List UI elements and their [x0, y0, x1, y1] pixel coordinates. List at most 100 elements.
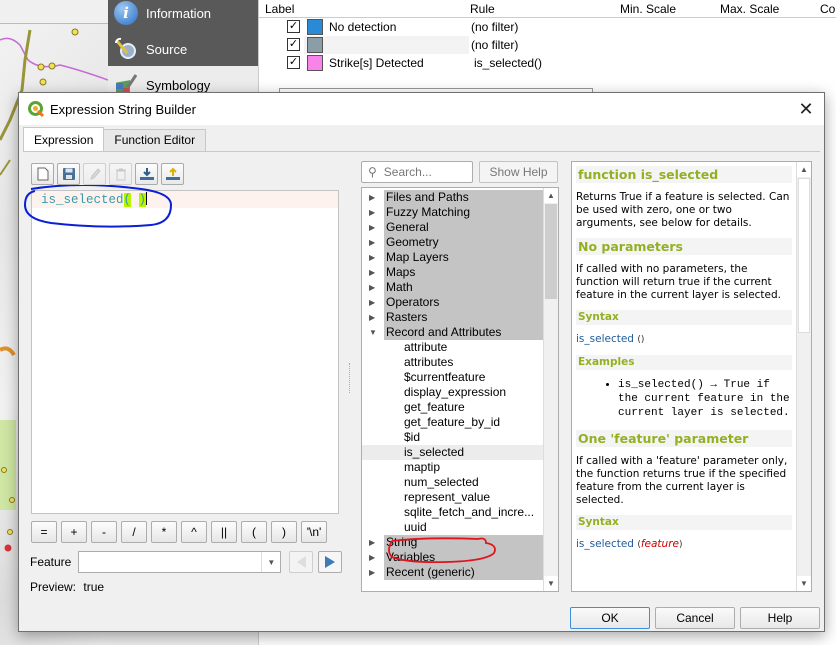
collapsed-arrow-icon[interactable]: ▶	[369, 280, 375, 295]
tree-function-item[interactable]: $currentfeature	[362, 370, 544, 385]
export-expressions-button[interactable]	[161, 163, 184, 185]
collapsed-arrow-icon[interactable]: ▶	[369, 295, 375, 310]
preview-value: true	[83, 580, 105, 594]
tab-expression[interactable]: Expression	[23, 127, 105, 151]
rule-row[interactable]: ✓ Strike[s] Detected is_selected()	[259, 54, 836, 72]
delete-expression-button[interactable]	[109, 163, 132, 185]
rule-enabled-checkbox[interactable]: ✓	[287, 20, 300, 33]
rule-row[interactable]: ✓ (no filter)	[259, 36, 836, 54]
collapsed-arrow-icon[interactable]: ▶	[369, 565, 375, 580]
tree-function-item[interactable]: $id	[362, 430, 544, 445]
tree-function-item[interactable]: is_selected	[362, 445, 544, 460]
splitter-handle[interactable]	[349, 363, 351, 393]
column-header-rule[interactable]: Rule	[470, 2, 495, 16]
tree-function-item[interactable]: get_feature_by_id	[362, 415, 544, 430]
operator-minus-button[interactable]: -	[91, 521, 117, 543]
rules-table-header: Label Rule Min. Scale Max. Scale Cou	[259, 0, 836, 18]
feature-combobox[interactable]: ▼	[78, 551, 282, 573]
tree-function-item[interactable]: represent_value	[362, 490, 544, 505]
previous-feature-button[interactable]	[289, 551, 314, 573]
scrollbar-thumb[interactable]	[545, 204, 557, 299]
collapsed-arrow-icon[interactable]: ▶	[369, 535, 375, 550]
tree-function-item[interactable]: maptip	[362, 460, 544, 475]
column-header-max-scale[interactable]: Max. Scale	[720, 2, 779, 16]
column-header-min-scale[interactable]: Min. Scale	[620, 2, 676, 16]
next-feature-button[interactable]	[318, 551, 343, 573]
tree-group[interactable]: ▶ Math	[362, 280, 544, 295]
function-search-input[interactable]	[381, 164, 462, 180]
ok-button[interactable]: OK	[570, 607, 650, 629]
collapsed-arrow-icon[interactable]: ▶	[369, 235, 375, 250]
syntax-close-paren: )	[678, 540, 683, 550]
tree-group[interactable]: ▶ String	[362, 535, 544, 550]
dialog-titlebar[interactable]: Expression String Builder ✕	[19, 93, 824, 125]
help-button[interactable]: Help	[740, 607, 820, 629]
close-button[interactable]: ✕	[796, 99, 816, 119]
collapsed-arrow-icon[interactable]: ▶	[369, 250, 375, 265]
chevron-down-icon[interactable]: ▼	[261, 552, 280, 572]
tree-scrollbar[interactable]: ▲ ▼	[543, 188, 558, 591]
rule-enabled-checkbox[interactable]: ✓	[287, 56, 300, 69]
tree-function-item[interactable]: attributes	[362, 355, 544, 370]
operator-open-paren-button[interactable]: (	[241, 521, 267, 543]
tree-function-item[interactable]: display_expression	[362, 385, 544, 400]
operator-equals-button[interactable]: =	[31, 521, 57, 543]
scroll-up-arrow-icon[interactable]: ▲	[797, 162, 811, 177]
scroll-down-arrow-icon[interactable]: ▼	[797, 576, 811, 591]
new-expression-button[interactable]	[31, 163, 54, 185]
syntax-args: ()	[637, 335, 645, 345]
scroll-down-arrow-icon[interactable]: ▼	[544, 576, 558, 591]
operator-plus-button[interactable]: +	[61, 521, 87, 543]
column-header-count[interactable]: Cou	[820, 2, 836, 16]
collapsed-arrow-icon[interactable]: ▶	[369, 220, 375, 235]
expression-editor[interactable]: is_selected( )	[31, 190, 339, 514]
tree-function-label: sqlite_fetch_and_incre...	[404, 505, 535, 519]
rule-row[interactable]: ✓ No detection (no filter)	[259, 18, 836, 36]
collapsed-arrow-icon[interactable]: ▶	[369, 205, 375, 220]
tree-group[interactable]: ▶ Fuzzy Matching	[362, 205, 544, 220]
tree-function-item[interactable]: attribute	[362, 340, 544, 355]
save-expression-button[interactable]	[57, 163, 80, 185]
import-expressions-button[interactable]	[135, 163, 158, 185]
operator-power-button[interactable]: ^	[181, 521, 207, 543]
tree-function-item[interactable]: num_selected	[362, 475, 544, 490]
tree-group[interactable]: ▶ Recent (generic)	[362, 565, 544, 580]
syntax-arg: feature	[640, 538, 679, 550]
operator-buttons: = + - / * ^ || ( ) '\n'	[31, 521, 327, 543]
tree-group[interactable]: ▶ Rasters	[362, 310, 544, 325]
operator-close-paren-button[interactable]: )	[271, 521, 297, 543]
tree-group[interactable]: ▶ Variables	[362, 550, 544, 565]
tab-function-editor[interactable]: Function Editor	[103, 129, 207, 151]
edit-expression-button[interactable]	[83, 163, 106, 185]
tree-group[interactable]: ▶ Files and Paths	[362, 190, 544, 205]
collapsed-arrow-icon[interactable]: ▶	[369, 190, 375, 205]
tree-group[interactable]: ▶ Operators	[362, 295, 544, 310]
collapsed-arrow-icon[interactable]: ▶	[369, 265, 375, 280]
operator-concat-button[interactable]: ||	[211, 521, 237, 543]
tree-group[interactable]: ▼ Record and Attributes	[362, 325, 544, 340]
tree-group[interactable]: ▶ General	[362, 220, 544, 235]
sidebar-item-source[interactable]: Source	[114, 37, 187, 60]
collapsed-arrow-icon[interactable]: ▶	[369, 550, 375, 565]
sidebar-item-information[interactable]: i Information	[114, 1, 211, 25]
expression-string-builder-dialog: Expression String Builder ✕ Expression F…	[18, 92, 825, 632]
collapsed-arrow-icon[interactable]: ▶	[369, 310, 375, 325]
function-search-box[interactable]: ⚲	[361, 161, 473, 183]
expanded-arrow-icon[interactable]: ▼	[369, 325, 377, 340]
tree-function-item[interactable]: get_feature	[362, 400, 544, 415]
scroll-up-arrow-icon[interactable]: ▲	[544, 188, 558, 203]
scrollbar-thumb[interactable]	[798, 178, 810, 333]
show-help-button[interactable]: Show Help	[479, 161, 558, 183]
operator-divide-button[interactable]: /	[121, 521, 147, 543]
tree-function-item[interactable]: sqlite_fetch_and_incre...	[362, 505, 544, 520]
operator-multiply-button[interactable]: *	[151, 521, 177, 543]
help-scrollbar[interactable]: ▲ ▼	[796, 162, 811, 591]
tree-group[interactable]: ▶ Map Layers	[362, 250, 544, 265]
tree-group[interactable]: ▶ Maps	[362, 265, 544, 280]
column-header-label[interactable]: Label	[265, 2, 294, 16]
cancel-button[interactable]: Cancel	[655, 607, 735, 629]
tree-function-item[interactable]: uuid	[362, 520, 544, 535]
rule-enabled-checkbox[interactable]: ✓	[287, 38, 300, 51]
tree-group[interactable]: ▶ Geometry	[362, 235, 544, 250]
operator-newline-button[interactable]: '\n'	[301, 521, 327, 543]
